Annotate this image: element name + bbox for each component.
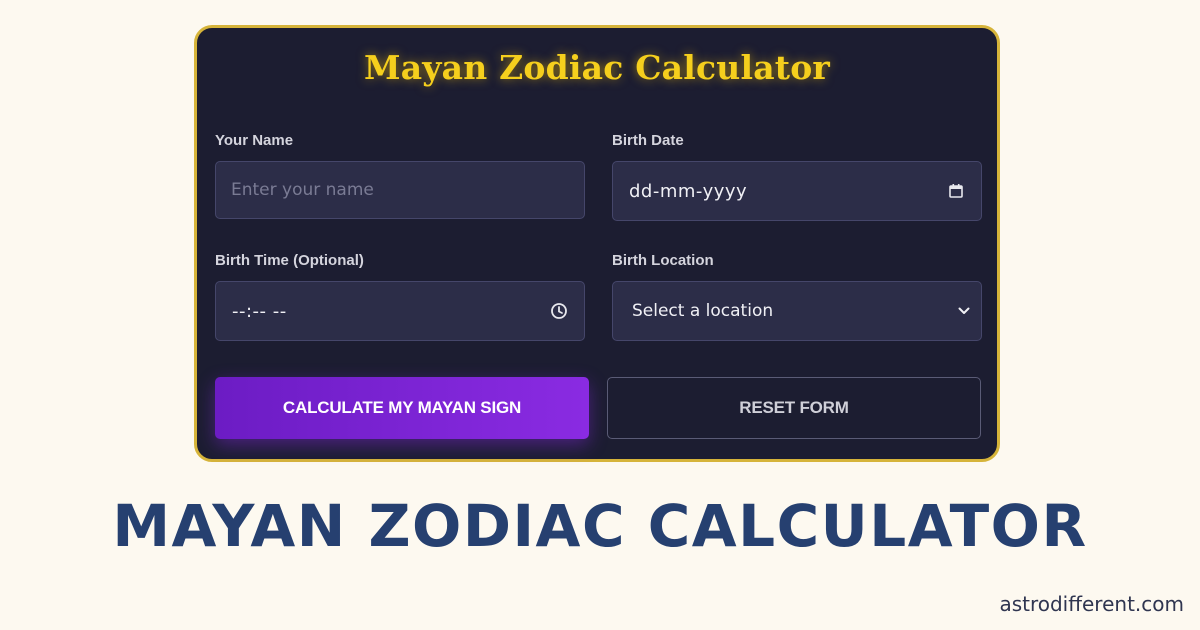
name-input[interactable] [216, 162, 584, 218]
calculator-card: Mayan Zodiac Calculator Your Name Birth … [194, 25, 1000, 462]
banner-title: MAYAN ZODIAC CALCULATOR [112, 492, 1088, 560]
birth-date-input[interactable]: dd-mm-yyyy [612, 161, 982, 221]
birth-date-label: Birth Date [612, 132, 684, 149]
name-label: Your Name [215, 132, 294, 149]
calendar-icon[interactable] [945, 180, 967, 202]
site-url: astrodifferent.com [999, 592, 1184, 616]
reset-button[interactable]: RESET FORM [607, 377, 981, 439]
clock-icon[interactable] [548, 300, 570, 322]
birth-date-value: dd-mm-yyyy [629, 180, 748, 202]
birth-location-label: Birth Location [612, 252, 714, 269]
birth-time-input[interactable]: --:-- -- [215, 281, 585, 341]
birth-time-value: --:-- -- [232, 300, 287, 322]
birth-time-label: Birth Time (Optional) [215, 252, 364, 269]
name-field-wrapper [215, 161, 585, 219]
birth-location-selected: Select a location [632, 301, 774, 321]
calculate-button[interactable]: CALCULATE MY MAYAN SIGN [215, 377, 589, 439]
card-title: Mayan Zodiac Calculator [363, 48, 831, 87]
birth-location-select[interactable]: Select a location [612, 281, 982, 341]
chevron-down-icon[interactable] [953, 300, 975, 322]
